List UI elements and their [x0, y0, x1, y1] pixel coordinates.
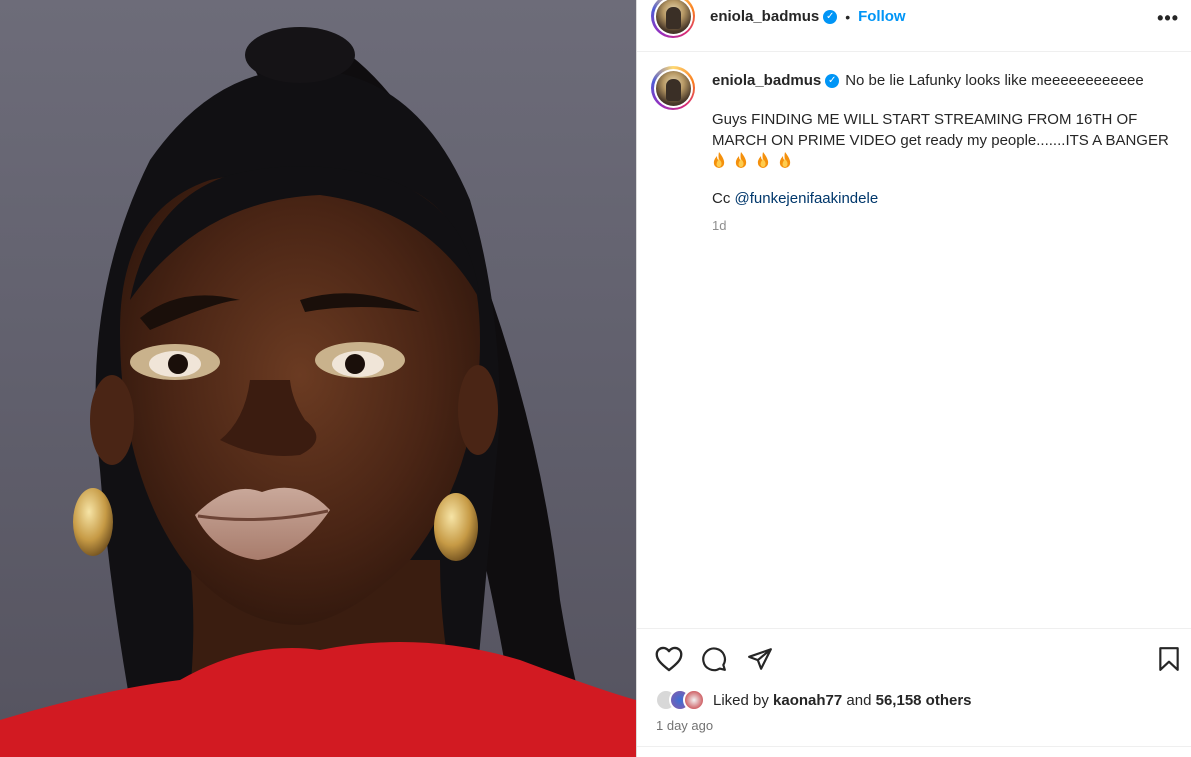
post-header: eniola_badmus ✓ • Follow •••	[637, 0, 1191, 52]
liker-avatars	[655, 689, 705, 711]
post-panel: eniola_badmus ✓ • Follow ••• eniola_badm…	[637, 0, 1191, 757]
fire-icon	[735, 152, 747, 168]
author-avatar[interactable]	[651, 0, 695, 38]
mention-link[interactable]: @funkejenifaakindele	[735, 190, 879, 207]
liked-by-prefix: Liked by	[713, 691, 774, 709]
avatar-image	[655, 70, 691, 106]
caption-time[interactable]: 1d	[712, 215, 1182, 236]
follow-button[interactable]: Follow	[858, 8, 906, 25]
verified-badge-icon: ✓	[825, 73, 840, 88]
earring-right	[434, 493, 478, 561]
emoji-row	[712, 151, 1182, 169]
caption-paragraph: Guys FINDING ME WILL START STREAMING FRO…	[712, 111, 1169, 149]
caption-body: eniola_badmus ✓ No be lie Lafunky looks …	[712, 70, 1182, 236]
header-user: eniola_badmus ✓ • Follow	[710, 8, 906, 25]
caption-avatar[interactable]	[651, 66, 695, 110]
fire-icon	[757, 152, 769, 168]
share-icon[interactable]	[747, 646, 773, 672]
post-photo[interactable]	[0, 0, 636, 757]
more-options-icon[interactable]: •••	[1157, 8, 1179, 29]
verified-badge-icon: ✓	[823, 9, 838, 24]
bottom-divider	[637, 746, 1191, 747]
fire-icon	[713, 152, 725, 168]
fire-icon	[779, 152, 791, 168]
cc-prefix: Cc	[712, 190, 735, 207]
caption-first-line: eniola_badmus ✓ No be lie Lafunky looks …	[712, 70, 1182, 91]
likes-row: Liked by kaonah77 and 56,158 others	[655, 689, 972, 711]
bookmark-icon[interactable]	[1157, 646, 1181, 672]
earring-left	[73, 488, 113, 556]
caption-username[interactable]: eniola_badmus	[712, 70, 821, 91]
author-username[interactable]: eniola_badmus	[710, 8, 819, 25]
likes-text: Liked by kaonah77 and 56,158 others	[713, 692, 972, 709]
avatar-image	[655, 0, 691, 34]
heart-icon[interactable]	[655, 646, 683, 672]
caption-cc: Cc @funkejenifaakindele	[712, 188, 1182, 209]
liked-by-and: and	[842, 691, 876, 709]
separator-dot: •	[845, 8, 851, 25]
post-actions: Liked by kaonah77 and 56,158 others 1 da…	[637, 628, 1191, 757]
caption-line1-text: No be lie Lafunky looks like meeeeeeeeee…	[845, 72, 1144, 89]
liked-by-user[interactable]: kaonah77	[773, 692, 842, 709]
comment-icon[interactable]	[701, 646, 727, 672]
portrait-illustration	[0, 27, 636, 757]
post-timestamp[interactable]: 1 day ago	[656, 718, 713, 733]
likes-count[interactable]: 56,158 others	[876, 692, 972, 709]
liker-avatar[interactable]	[683, 689, 705, 711]
